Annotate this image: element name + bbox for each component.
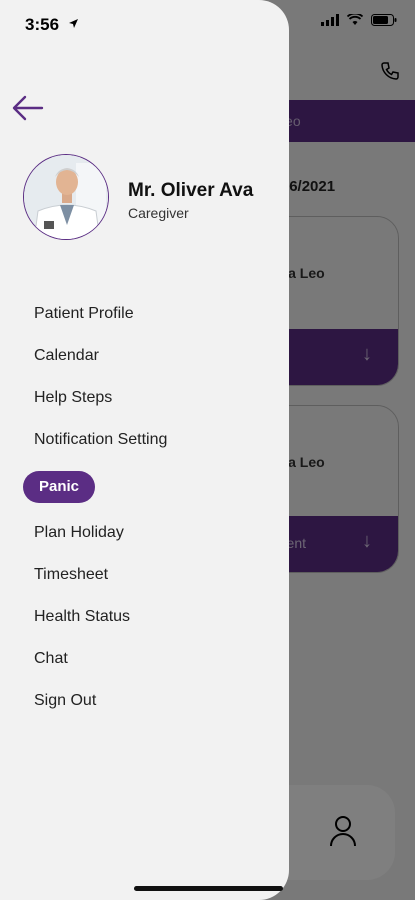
avatar	[23, 154, 109, 240]
menu-item-patient-profile[interactable]: Patient Profile	[34, 305, 134, 323]
menu-item-help-steps[interactable]: Help Steps	[34, 389, 112, 407]
location-arrow-icon	[69, 19, 78, 28]
menu-item-chat[interactable]: Chat	[34, 650, 68, 668]
profile-role: Caregiver	[128, 205, 189, 221]
profile-name: Mr. Oliver Ava	[128, 180, 254, 201]
doctor-photo-icon	[24, 155, 108, 239]
menu-item-calendar[interactable]: Calendar	[34, 347, 99, 365]
menu-item-health-status[interactable]: Health Status	[34, 608, 130, 626]
status-time: 3:56	[25, 15, 60, 34]
menu-item-notification-setting[interactable]: Notification Setting	[34, 431, 167, 449]
home-indicator[interactable]	[134, 886, 283, 891]
menu-item-timesheet[interactable]: Timesheet	[34, 566, 108, 584]
menu-item-plan-holiday[interactable]: Plan Holiday	[34, 524, 124, 542]
back-arrow-icon[interactable]	[12, 94, 44, 122]
menu-item-sign-out[interactable]: Sign Out	[34, 692, 96, 710]
menu-item-panic[interactable]: Panic	[23, 471, 96, 503]
side-drawer: 3:56 Mr. Oliver Ava Caregiver Patient Pr…	[0, 0, 289, 900]
